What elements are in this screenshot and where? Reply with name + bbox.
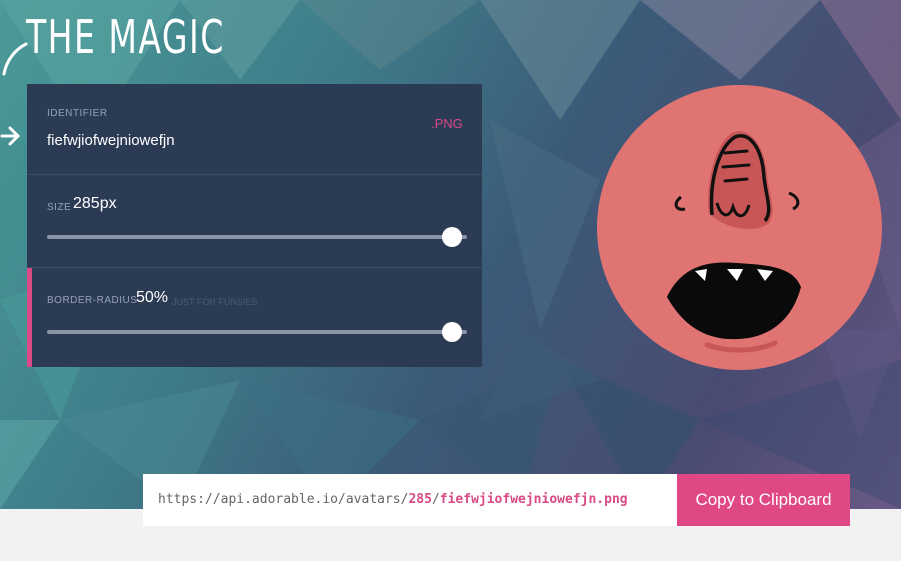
size-row: SIZE 285px (27, 175, 482, 268)
settings-panel: IDENTIFIER fiefwjiofwejniowefjn .PNG SIZ… (27, 84, 482, 367)
page-title: THE MAGIC (26, 10, 225, 64)
avatar-url-field[interactable]: https://api.adorable.io/avatars/285/fief… (143, 474, 677, 526)
hero-background: THE MAGIC IDENTIFIER fiefwjiofwejniowefj… (0, 0, 901, 509)
border-radius-slider-track[interactable] (47, 330, 467, 334)
url-size: 285 (408, 492, 432, 507)
size-value: 285px (73, 195, 117, 212)
extension-label: .PNG (431, 116, 463, 131)
avatar-preview (597, 85, 882, 370)
identifier-input[interactable]: fiefwjiofwejniowefjn (47, 132, 175, 149)
size-slider-thumb[interactable] (442, 227, 462, 247)
border-radius-label: BORDER-RADIUS (47, 295, 138, 306)
avatar-face (667, 131, 801, 353)
border-radius-hint: JUST FOR FUNSIES (172, 297, 258, 307)
url-slash: / (431, 492, 440, 507)
identifier-row: IDENTIFIER fiefwjiofwejniowefjn .PNG (27, 84, 482, 175)
active-row-accent (27, 268, 32, 367)
border-radius-slider-thumb[interactable] (442, 322, 462, 342)
url-prefix: https://api.adorable.io/avatars/ (158, 492, 409, 507)
size-slider-track[interactable] (47, 235, 467, 239)
url-file: fiefwjiofwejniowefjn.png (439, 492, 628, 507)
border-radius-row: BORDER-RADIUS 50% JUST FOR FUNSIES (27, 268, 482, 367)
border-radius-value: 50% (136, 289, 169, 306)
identifier-label: IDENTIFIER (47, 108, 108, 119)
size-label: SIZE (47, 202, 72, 213)
copy-to-clipboard-button[interactable]: Copy to Clipboard (677, 474, 850, 526)
